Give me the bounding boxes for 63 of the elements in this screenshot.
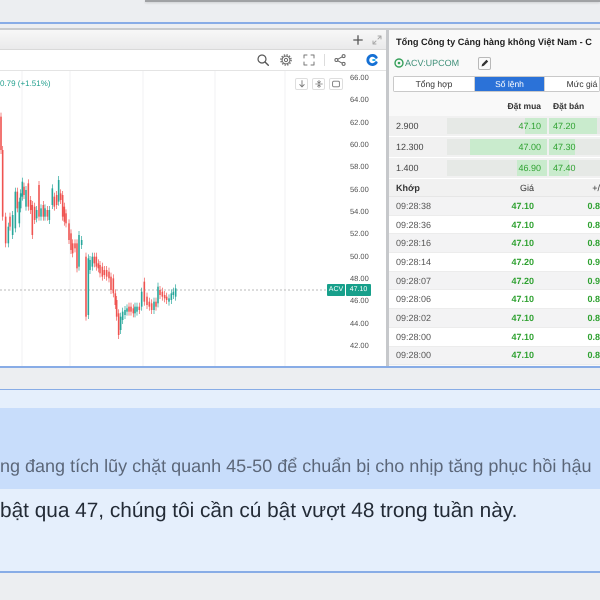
trade-time: 09:28:38 (395, 200, 432, 211)
settings-icon[interactable] (280, 54, 292, 66)
ask-price: 47.30 (553, 142, 576, 152)
trade-time: 09:28:07 (395, 276, 432, 286)
trade-time: 09:28:14 (395, 256, 432, 267)
window-icon (332, 80, 340, 88)
paragraph: bật qua 47, chúng tôi cần cú bật vượt 48 trong tuần này. (0, 498, 518, 524)
column-header: +/ (591, 182, 600, 192)
bid-price: 47.10 (518, 121, 541, 131)
pencil-icon (480, 59, 489, 67)
price-change: 0.8 (586, 220, 600, 230)
column-header: Khớp (395, 182, 421, 192)
tab[interactable]: Tổng hợp (394, 77, 475, 91)
ring-icon (394, 58, 404, 68)
ask-price: 47.20 (553, 121, 576, 131)
price-change: 0.9 (586, 256, 600, 267)
order-volume: 1.400 (396, 163, 419, 173)
search-icon[interactable] (257, 54, 269, 66)
share-icon[interactable] (334, 54, 346, 66)
price-change: 0.8 (586, 350, 600, 360)
price-change: 0.8 (586, 312, 600, 323)
bid-price: 47.00 (518, 142, 541, 152)
fullscreen-icon[interactable] (303, 54, 315, 66)
tab[interactable]: Số lệnh (475, 77, 545, 91)
arrow-down-button[interactable] (295, 78, 308, 90)
trade-time: 09:28:06 (395, 294, 432, 304)
ask-price: 47.40 (553, 163, 576, 173)
price-change: 0.8 (586, 332, 600, 342)
quote-text: ng đang tích lũy chặt quanh 45-50 để chuẩn bị cho nhịp tăng phục hồi hậu (0, 455, 592, 477)
trade-price: 47.20 (510, 256, 534, 267)
logo-icon (366, 54, 378, 66)
column-header: Đặt bán (552, 101, 584, 111)
trade-time: 09:28:02 (395, 312, 432, 323)
arrow-down-icon (298, 80, 306, 88)
company-name: Tổng Công ty Cảng hàng không Việt Nam - C (396, 37, 592, 47)
window-button[interactable] (329, 78, 343, 90)
price-change: 0.8 (586, 238, 600, 248)
price-change: 0.8 (586, 200, 600, 211)
price-change: 0.9 (586, 276, 600, 286)
order-volume: 12.300 (396, 142, 424, 152)
trade-time: 09:28:36 (395, 220, 432, 230)
trade-price: 47.10 (510, 200, 534, 211)
trade-time: 09:28:16 (395, 238, 432, 248)
bid-price: 46.90 (518, 163, 541, 173)
price-change: 0.8 (586, 294, 600, 304)
collapse-button[interactable] (312, 78, 325, 90)
trade-price: 47.10 (510, 220, 534, 230)
column-header: Giá (518, 182, 534, 192)
trade-time: 09:28:00 (395, 332, 432, 342)
trade-price: 47.10 (510, 332, 534, 342)
ticker-symbol[interactable]: ACV:UPCOM (405, 58, 460, 68)
trade-price: 47.10 (510, 312, 534, 323)
plus-icon[interactable] (353, 34, 363, 44)
price-change-legend: 0.79 (+1.51%) (0, 79, 50, 89)
trade-price: 47.10 (510, 350, 534, 360)
trade-price: 47.10 (510, 238, 534, 248)
trade-time: 09:28:00 (395, 350, 432, 360)
collapse-icon (314, 80, 322, 88)
column-header: Đặt mua (506, 101, 542, 111)
order-volume: 2.900 (396, 121, 419, 131)
trade-price: 47.10 (510, 294, 534, 304)
trade-price: 47.20 (510, 276, 534, 286)
edit-button[interactable] (478, 56, 492, 70)
